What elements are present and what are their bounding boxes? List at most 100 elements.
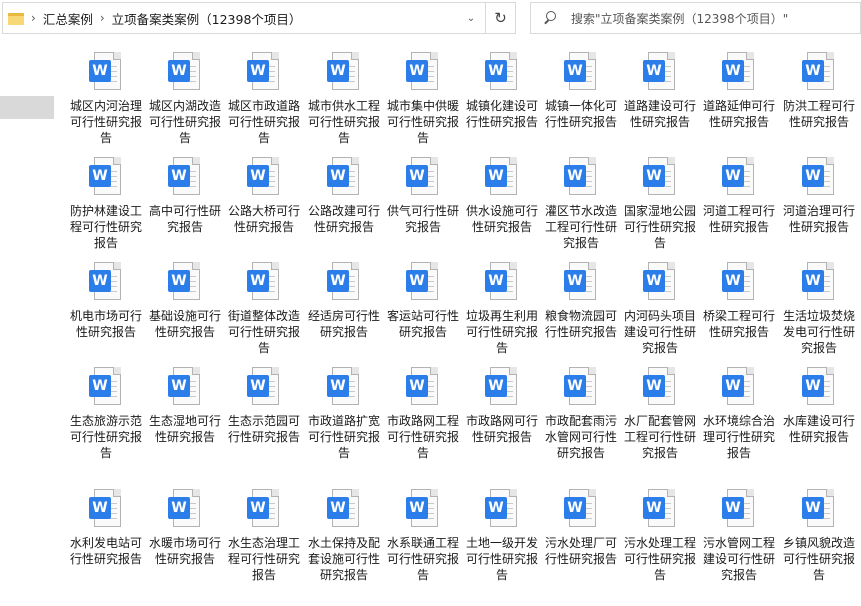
file-item[interactable]: W 桥梁工程可行性研究报告 [701,262,777,340]
file-item[interactable]: W 生态湿地可行性研究报告 [147,367,223,445]
file-name: 乡镇风貌改造可行性研究报告 [782,536,855,582]
file-item[interactable]: W 污水处理工程可行性研究报告 [622,489,698,583]
file-item[interactable]: W 城镇化建设可行性研究报告 [464,52,540,130]
file-item[interactable]: W 污水处理厂可行性研究报告 [543,489,619,567]
file-name: 桥梁工程可行性研究报告 [702,309,775,339]
word-document-icon: W [168,157,202,197]
file-item[interactable]: W 河道治理可行性研究报告 [781,157,857,235]
file-name: 粮食物流园可行性研究报告 [544,309,617,339]
file-name: 水库建设可行性研究报告 [782,414,855,444]
file-item[interactable]: W 粮食物流园可行性研究报告 [543,262,619,340]
file-name: 水利发电站可行性研究报告 [69,536,142,566]
file-item[interactable]: W 城区市政道路可行性研究报告 [226,52,302,146]
word-document-icon: W [802,262,836,302]
file-item[interactable]: W 水系联通工程可行性研究报告 [385,489,461,583]
file-name: 道路建设可行性研究报告 [623,99,696,129]
word-document-icon: W [485,367,519,407]
file-item[interactable]: W 国家湿地公园可行性研究报告 [622,157,698,251]
file-name: 市政配套雨污水管网可行性研究报告 [544,414,617,460]
file-item[interactable]: W 供气可行性研究报告 [385,157,461,235]
file-item[interactable]: W 内河码头项目建设可行性研究报告 [622,262,698,356]
word-document-icon: W [168,489,202,529]
file-item[interactable]: W 乡镇风貌改造可行性研究报告 [781,489,857,583]
file-item[interactable]: W 灌区节水改造工程可行性研究报告 [543,157,619,251]
file-name: 污水处理工程可行性研究报告 [623,536,696,582]
word-document-icon: W [643,489,677,529]
word-document-icon: W [802,52,836,92]
file-item[interactable]: W 高中可行性研究报告 [147,157,223,235]
file-item[interactable]: W 水暖市场可行性研究报告 [147,489,223,567]
file-item[interactable]: W 街道整体改造可行性研究报告 [226,262,302,356]
file-item[interactable]: W 防洪工程可行性研究报告 [781,52,857,130]
file-item[interactable]: W 客运站可行性研究报告 [385,262,461,340]
word-document-icon: W [89,262,123,302]
file-item[interactable]: W 市政配套雨污水管网可行性研究报告 [543,367,619,461]
file-item[interactable]: W 城镇一体化可行性研究报告 [543,52,619,130]
file-item[interactable]: W 市政路网可行性研究报告 [464,367,540,445]
file-name: 水系联通工程可行性研究报告 [386,536,459,582]
file-item[interactable]: W 水土保持及配套设施可行性研究报告 [306,489,382,583]
file-name: 城区市政道路可行性研究报告 [227,99,300,145]
word-document-icon: W [802,489,836,529]
file-item[interactable]: W 机电市场可行性研究报告 [68,262,144,340]
file-name: 水厂配套管网工程可行性研究报告 [623,414,696,460]
file-item[interactable]: W 城市供水工程可行性研究报告 [306,52,382,146]
file-name: 水暖市场可行性研究报告 [148,536,221,566]
file-item[interactable]: W 经适房可行性研究报告 [306,262,382,340]
word-document-icon: W [485,157,519,197]
file-item[interactable]: W 城区内湖改造可行性研究报告 [147,52,223,146]
word-document-icon: W [722,489,756,529]
file-name: 生活垃圾焚烧发电可行性研究报告 [782,309,855,355]
file-item[interactable]: W 水厂配套管网工程可行性研究报告 [622,367,698,461]
word-document-icon: W [247,52,281,92]
file-item[interactable]: W 市政道路扩宽可行性研究报告 [306,367,382,461]
word-document-icon: W [564,367,598,407]
file-item[interactable]: W 污水管网工程建设可行性研究报告 [701,489,777,583]
file-name: 河道治理可行性研究报告 [782,204,855,234]
file-name: 水环境综合治理可行性研究报告 [702,414,775,460]
file-item[interactable]: W 公路改建可行性研究报告 [306,157,382,235]
word-document-icon: W [564,262,598,302]
word-document-icon: W [406,262,440,302]
file-item[interactable]: W 水利发电站可行性研究报告 [68,489,144,567]
word-document-icon: W [643,262,677,302]
file-item[interactable]: W 生态示范园可行性研究报告 [226,367,302,445]
file-name: 防护林建设工程可行性研究报告 [69,204,142,250]
word-document-icon: W [89,489,123,529]
file-name: 防洪工程可行性研究报告 [782,99,855,129]
file-item[interactable]: W 道路建设可行性研究报告 [622,52,698,130]
file-item[interactable]: W 供水设施可行性研究报告 [464,157,540,235]
file-name: 内河码头项目建设可行性研究报告 [623,309,696,355]
file-item[interactable]: W 水环境综合治理可行性研究报告 [701,367,777,461]
word-document-icon: W [643,157,677,197]
file-item[interactable]: W 基础设施可行性研究报告 [147,262,223,340]
word-document-icon: W [406,157,440,197]
word-document-icon: W [643,367,677,407]
word-document-icon: W [327,489,361,529]
file-name: 土地一级开发可行性研究报告 [465,536,538,582]
file-item[interactable]: W 生活垃圾焚烧发电可行性研究报告 [781,262,857,356]
file-item[interactable]: W 道路延伸可行性研究报告 [701,52,777,130]
file-name: 城区内河治理可行性研究报告 [69,99,142,145]
file-item[interactable]: W 垃圾再生利用可行性研究报告 [464,262,540,356]
word-document-icon: W [89,52,123,92]
file-name: 城区内湖改造可行性研究报告 [148,99,221,145]
file-item[interactable]: W 土地一级开发可行性研究报告 [464,489,540,583]
file-name: 垃圾再生利用可行性研究报告 [465,309,538,355]
word-document-icon: W [247,262,281,302]
file-item[interactable]: W 生态旅游示范可行性研究报告 [68,367,144,461]
file-item[interactable]: W 河道工程可行性研究报告 [701,157,777,235]
file-name: 水生态治理工程可行性研究报告 [227,536,300,582]
word-document-icon: W [247,157,281,197]
file-item[interactable]: W 防护林建设工程可行性研究报告 [68,157,144,251]
file-name: 生态湿地可行性研究报告 [148,414,221,444]
file-item[interactable]: W 公路大桥可行性研究报告 [226,157,302,235]
file-item[interactable]: W 水库建设可行性研究报告 [781,367,857,445]
file-item[interactable]: W 水生态治理工程可行性研究报告 [226,489,302,583]
file-name: 供水设施可行性研究报告 [465,204,538,234]
file-item[interactable]: W 城市集中供暖可行性研究报告 [385,52,461,146]
file-item[interactable]: W 城区内河治理可行性研究报告 [68,52,144,146]
file-item[interactable]: W 市政路网工程可行性研究报告 [385,367,461,461]
file-name: 城市集中供暖可行性研究报告 [386,99,459,145]
file-name: 河道工程可行性研究报告 [702,204,775,234]
